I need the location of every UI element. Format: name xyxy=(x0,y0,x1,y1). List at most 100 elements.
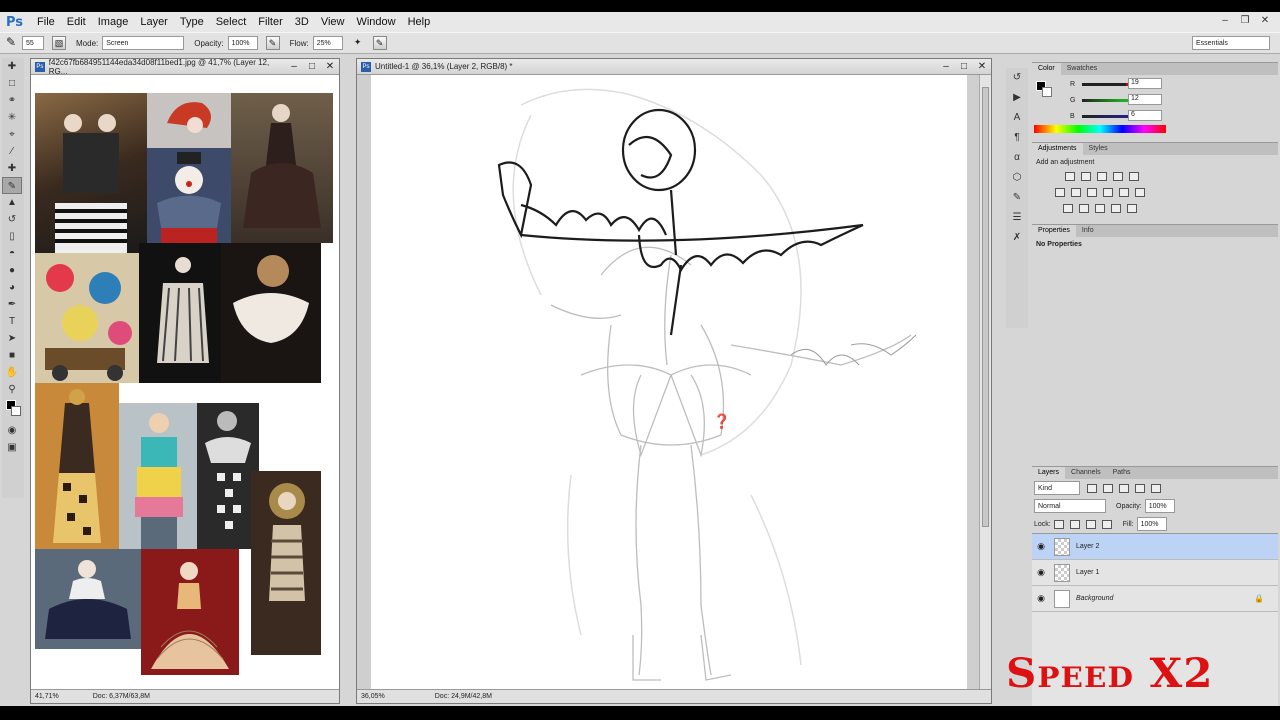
close-icon[interactable]: ✕ xyxy=(973,61,991,72)
opacity-input[interactable]: 100% xyxy=(227,36,258,50)
layer-name[interactable]: Background xyxy=(1076,595,1113,602)
brush-size-picker[interactable]: 55 xyxy=(22,36,44,50)
dodge-tool-icon[interactable]: ◕ xyxy=(2,279,22,296)
workspace-select[interactable]: Essentials xyxy=(1192,36,1270,50)
layer-row[interactable]: ◉ Layer 1 xyxy=(1032,560,1278,586)
brush-panel-icon[interactable]: ▧ xyxy=(52,36,66,50)
lock-transparent-icon[interactable] xyxy=(1053,519,1064,529)
visibility-eye-icon[interactable]: ◉ xyxy=(1032,567,1050,578)
background-color-swatch[interactable] xyxy=(1042,87,1052,97)
quick-select-tool-icon[interactable]: ✳ xyxy=(2,109,22,126)
doc2-titlebar[interactable]: Ps Untitled-1 @ 36,1% (Layer 2, RGB/8) *… xyxy=(357,59,991,75)
layer-name[interactable]: Layer 1 xyxy=(1076,569,1099,576)
quick-mask-icon[interactable]: ◉ xyxy=(2,422,22,439)
menu-layer[interactable]: Layer xyxy=(134,12,174,32)
brightness-icon[interactable] xyxy=(1065,172,1075,181)
fill-input[interactable]: 100% xyxy=(1136,517,1167,531)
doc2-info[interactable]: Doc: 24,9M/42,8M xyxy=(435,693,492,700)
color-spectrum-bar[interactable] xyxy=(1034,125,1166,133)
lasso-tool-icon[interactable]: ⚭ xyxy=(2,92,22,109)
pen-tool-icon[interactable]: ✒ xyxy=(2,296,22,313)
tab-paths[interactable]: Paths xyxy=(1107,467,1137,479)
layer-filter-kind[interactable]: Kind xyxy=(1034,481,1080,495)
close-icon[interactable]: ✕ xyxy=(321,61,339,72)
doc1-titlebar[interactable]: Ps f42c67fb684951144eda34d08f11bed1.jpg … xyxy=(31,58,339,76)
mode-select[interactable]: Screen xyxy=(102,36,185,50)
path-select-icon[interactable]: ➤ xyxy=(2,330,22,347)
stamp-tool-icon[interactable]: ▲ xyxy=(2,194,22,211)
paragraph-panel-icon[interactable]: ¶ xyxy=(1006,128,1028,148)
lock-pixels-icon[interactable] xyxy=(1069,519,1080,529)
blend-mode-select[interactable]: Normal xyxy=(1034,499,1106,513)
history-panel-icon[interactable]: ↺ xyxy=(1006,68,1028,88)
tab-styles[interactable]: Styles xyxy=(1083,143,1114,155)
threshold-icon[interactable] xyxy=(1095,204,1105,213)
exposure-icon[interactable] xyxy=(1113,172,1123,181)
blur-tool-icon[interactable]: ● xyxy=(2,262,22,279)
actions-panel-icon[interactable]: ▶ xyxy=(1006,88,1028,108)
gradient-map-icon[interactable] xyxy=(1111,204,1121,213)
3d-panel-icon[interactable]: ⬡ xyxy=(1006,168,1028,188)
filter-shape-icon[interactable] xyxy=(1135,483,1145,493)
zoom-tool-icon[interactable]: ⚲ xyxy=(2,381,22,398)
blue-value[interactable]: 6 xyxy=(1128,110,1162,121)
levels-icon[interactable] xyxy=(1081,172,1091,181)
tab-info[interactable]: Info xyxy=(1076,225,1100,237)
airbrush-icon[interactable]: ✦ xyxy=(351,36,365,50)
brush-presets-icon[interactable]: ✎ xyxy=(1006,188,1028,208)
red-slider[interactable] xyxy=(1082,83,1126,86)
red-value[interactable]: 19 xyxy=(1128,78,1162,89)
background-color-swatch[interactable] xyxy=(11,406,21,416)
maximize-icon[interactable]: □ xyxy=(303,61,321,72)
black-white-icon[interactable] xyxy=(1087,188,1097,197)
filter-pixel-icon[interactable] xyxy=(1087,483,1097,493)
posterize-icon[interactable] xyxy=(1079,204,1089,213)
curves-icon[interactable] xyxy=(1097,172,1107,181)
tab-color[interactable]: Color xyxy=(1032,63,1061,75)
layer-row[interactable]: ◉ Background 🔒 xyxy=(1032,586,1278,612)
visibility-eye-icon[interactable]: ◉ xyxy=(1032,593,1050,604)
brush-tool-icon[interactable]: ✎ xyxy=(4,36,18,50)
vertical-scrollbar[interactable] xyxy=(979,75,991,689)
move-tool-icon[interactable]: ✚ xyxy=(2,58,22,75)
sketch-canvas[interactable] xyxy=(371,75,967,689)
menu-type[interactable]: Type xyxy=(174,12,210,32)
menu-view[interactable]: View xyxy=(315,12,351,32)
menu-3d[interactable]: 3D xyxy=(289,12,315,32)
tool-presets-icon[interactable]: ✗ xyxy=(1006,228,1028,248)
filter-adjust-icon[interactable] xyxy=(1103,483,1113,493)
green-value[interactable]: 12 xyxy=(1128,94,1162,105)
filter-smart-icon[interactable] xyxy=(1151,483,1161,493)
menu-select[interactable]: Select xyxy=(210,12,253,32)
minimize-icon[interactable]: – xyxy=(937,61,955,72)
scrollbar-thumb[interactable] xyxy=(982,87,989,527)
reference-collage-canvas[interactable] xyxy=(31,75,339,689)
brush-tool-icon-active[interactable]: ✎ xyxy=(2,177,22,194)
crop-tool-icon[interactable]: ⌖ xyxy=(2,126,22,143)
minimize-icon[interactable]: – xyxy=(1216,14,1234,28)
brush-panel-icon[interactable]: ☰ xyxy=(1006,208,1028,228)
character-panel-icon[interactable]: A xyxy=(1006,108,1028,128)
sketch-canvas-area[interactable]: ❓ xyxy=(357,75,991,689)
close-icon[interactable]: ✕ xyxy=(1256,14,1274,28)
visibility-eye-icon[interactable]: ◉ xyxy=(1032,541,1050,552)
vibrance-icon[interactable] xyxy=(1129,172,1139,181)
channel-mixer-icon[interactable] xyxy=(1119,188,1129,197)
menu-image[interactable]: Image xyxy=(92,12,135,32)
invert-icon[interactable] xyxy=(1063,204,1073,213)
menu-file[interactable]: File xyxy=(31,12,61,32)
doc1-info[interactable]: Doc: 6,37M/63,8M xyxy=(93,693,150,700)
filter-type-icon[interactable] xyxy=(1119,483,1129,493)
layer-name[interactable]: Layer 2 xyxy=(1076,543,1099,550)
tab-swatches[interactable]: Swatches xyxy=(1061,63,1103,75)
restore-icon[interactable]: ❐ xyxy=(1236,14,1254,28)
lock-all-icon[interactable] xyxy=(1101,519,1112,529)
flow-input[interactable]: 25% xyxy=(312,36,343,50)
hue-saturation-icon[interactable] xyxy=(1055,188,1065,197)
minimize-icon[interactable]: – xyxy=(285,61,303,72)
maximize-icon[interactable]: □ xyxy=(955,61,973,72)
bucket-tool-icon[interactable]: ◓ xyxy=(2,245,22,262)
doc1-zoom[interactable]: 41,71% xyxy=(35,693,59,700)
shape-tool-icon[interactable]: ■ xyxy=(2,347,22,364)
lock-position-icon[interactable] xyxy=(1085,519,1096,529)
